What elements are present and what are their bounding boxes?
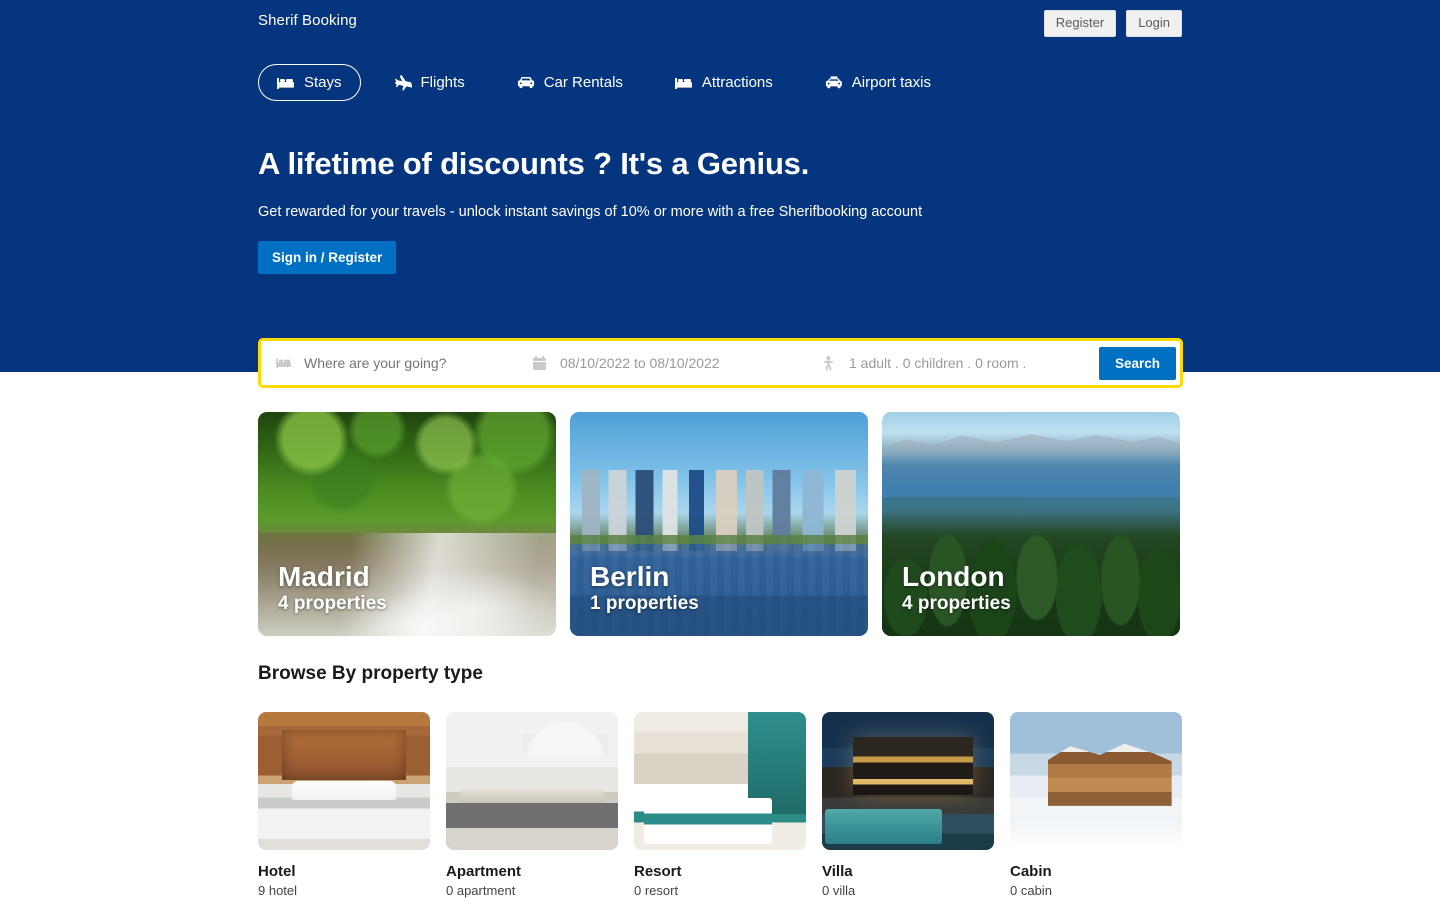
primary-nav: Stays Flights Car Rentals Attractions Ai… (258, 64, 950, 101)
nav-label: Airport taxis (851, 74, 931, 91)
hero-content: Sherif Booking Register Login Stays Flig… (258, 0, 1182, 372)
city-label: London 4 properties (902, 560, 1011, 615)
city-property-count: 1 properties (590, 593, 699, 615)
person-icon (820, 355, 837, 371)
browse-section-title: Browse By property type (258, 663, 483, 684)
page-title: A lifetime of discounts ? It's a Genius. (258, 146, 810, 181)
property-type-image (446, 712, 618, 850)
bed-icon (275, 357, 292, 369)
city-card[interactable]: Berlin 1 properties (570, 412, 868, 636)
guests-value: 1 adult . 0 children . 0 room . (849, 355, 1027, 371)
property-type-name: Cabin (1010, 863, 1052, 880)
city-name: Berlin (590, 560, 670, 592)
property-type-list: Hotel 9 hotel Apartment 0 apartment Reso… (258, 712, 1188, 898)
nav-item-attractions[interactable]: Attractions (656, 64, 792, 101)
property-type-card[interactable]: Villa 0 villa (822, 712, 994, 898)
nav-item-car-rentals[interactable]: Car Rentals (498, 64, 642, 101)
plane-icon (394, 74, 412, 91)
bed-icon (674, 75, 693, 91)
property-type-card[interactable]: Apartment 0 apartment (446, 712, 618, 898)
brand-logo[interactable]: Sherif Booking (258, 12, 357, 29)
property-type-image (258, 712, 430, 850)
city-name: London (902, 560, 1005, 592)
property-type-image (1010, 712, 1182, 850)
dates-field[interactable]: 08/10/2022 to 08/10/2022 (531, 341, 820, 385)
city-label: Madrid 4 properties (278, 560, 387, 615)
property-type-card[interactable]: Hotel 9 hotel (258, 712, 430, 898)
city-card[interactable]: Madrid 4 properties (258, 412, 556, 636)
sign-in-register-button[interactable]: Sign in / Register (258, 241, 397, 274)
hero-subtitle: Get rewarded for your travels - unlock i… (258, 204, 923, 220)
guests-field[interactable]: 1 adult . 0 children . 0 room . (820, 341, 1090, 385)
nav-item-flights[interactable]: Flights (375, 64, 484, 101)
city-card[interactable]: London 4 properties (882, 412, 1180, 636)
property-type-name: Apartment (446, 863, 522, 880)
hero-banner: Sherif Booking Register Login Stays Flig… (0, 0, 1440, 372)
nav-label: Car Rentals (543, 74, 623, 91)
city-label: Berlin 1 properties (590, 560, 699, 615)
property-type-count: 0 resort (634, 883, 679, 898)
property-type-count: 0 cabin (1010, 883, 1052, 898)
bed-icon (277, 75, 295, 91)
calendar-icon (531, 356, 548, 370)
property-type-image (634, 712, 806, 850)
property-type-name: Villa (822, 863, 853, 880)
property-type-count: 0 villa (822, 883, 856, 898)
page-root: Sherif Booking Register Login Stays Flig… (0, 0, 1440, 900)
property-type-card[interactable]: Resort 0 resort (634, 712, 806, 898)
city-name: Madrid (278, 560, 370, 592)
register-button[interactable]: Register (1043, 10, 1117, 37)
property-type-count: 0 apartment (446, 883, 516, 898)
search-input[interactable] (304, 355, 485, 371)
nav-label: Flights (420, 74, 465, 91)
property-type-name: Hotel (258, 863, 296, 880)
taxi-icon (825, 75, 843, 91)
login-button[interactable]: Login (1126, 10, 1182, 37)
auth-buttons: Register Login (1043, 10, 1182, 37)
car-icon (517, 75, 535, 91)
nav-label: Attractions (701, 74, 773, 91)
search-button[interactable]: Search (1098, 346, 1176, 380)
property-type-image (822, 712, 994, 850)
nav-item-stays[interactable]: Stays (258, 64, 361, 101)
search-bar: 08/10/2022 to 08/10/2022 1 adult . 0 chi… (258, 338, 1183, 388)
dates-value: 08/10/2022 to 08/10/2022 (560, 355, 720, 371)
property-type-card[interactable]: Cabin 0 cabin (1010, 712, 1182, 898)
destination-field[interactable] (275, 341, 531, 385)
city-property-count: 4 properties (278, 593, 387, 615)
city-property-count: 4 properties (902, 593, 1011, 615)
property-type-name: Resort (634, 863, 682, 880)
property-type-count: 9 hotel (258, 883, 298, 898)
nav-item-airport-taxis[interactable]: Airport taxis (806, 64, 950, 101)
featured-cities: Madrid 4 properties Berlin 1 properties … (258, 412, 1182, 636)
nav-label: Stays (304, 74, 342, 91)
